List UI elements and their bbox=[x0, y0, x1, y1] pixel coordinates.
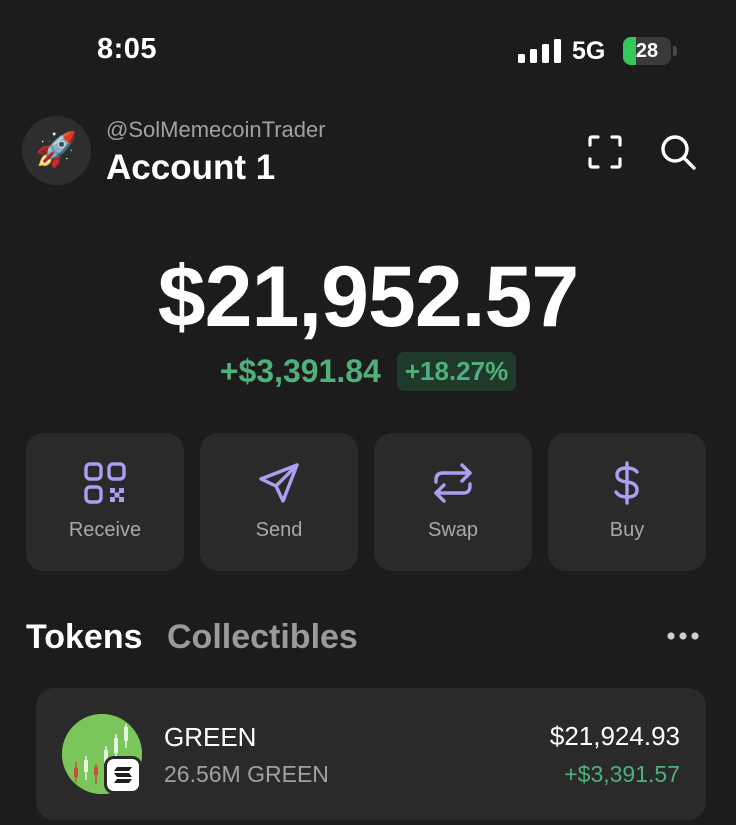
tab-tokens[interactable]: Tokens bbox=[26, 618, 143, 657]
quick-actions: Receive Send Swap Buy bbox=[26, 433, 706, 571]
search-button[interactable] bbox=[656, 130, 700, 174]
solana-badge-icon bbox=[104, 756, 142, 794]
scan-button[interactable] bbox=[583, 130, 627, 174]
qr-code-icon bbox=[84, 462, 126, 504]
buy-label: Buy bbox=[609, 519, 645, 541]
total-balance: $21,952.57 bbox=[157, 249, 579, 345]
balance-change-amount: +$3,391.84 bbox=[219, 353, 381, 389]
cellular-signal-icon bbox=[518, 39, 561, 63]
token-change: +$3,391.57 bbox=[564, 761, 680, 787]
asset-tabs: Tokens Collectibles bbox=[26, 612, 706, 662]
search-icon bbox=[661, 135, 696, 170]
battery-level: 28 bbox=[635, 40, 659, 62]
status-bar: 8:05 5G 28 bbox=[0, 0, 736, 100]
status-time: 8:05 bbox=[97, 33, 158, 65]
buy-button[interactable]: Buy bbox=[548, 433, 706, 571]
scan-icon bbox=[588, 135, 622, 169]
send-button[interactable]: Send bbox=[200, 433, 358, 571]
token-row[interactable]: GREEN 26.56M GREEN $21,924.93 +$3,391.57 bbox=[36, 688, 706, 820]
avatar[interactable]: 🚀 bbox=[22, 116, 91, 185]
receive-button[interactable]: Receive bbox=[26, 433, 184, 571]
swap-icon bbox=[434, 463, 472, 503]
token-value: $21,924.93 bbox=[549, 721, 680, 751]
network-type: 5G bbox=[572, 37, 606, 65]
dollar-icon bbox=[614, 461, 639, 505]
account-username[interactable]: @SolMemecoinTrader bbox=[106, 117, 326, 143]
account-header: 🚀 @SolMemecoinTrader Account 1 bbox=[0, 100, 736, 200]
send-icon bbox=[259, 463, 299, 503]
swap-button[interactable]: Swap bbox=[374, 433, 532, 571]
swap-label: Swap bbox=[427, 519, 479, 541]
send-label: Send bbox=[255, 519, 303, 541]
receive-label: Receive bbox=[68, 519, 142, 541]
more-options-icon[interactable] bbox=[666, 630, 700, 642]
battery-indicator: 28 bbox=[623, 37, 677, 65]
balance-change-percent-badge: +18.27% bbox=[396, 352, 517, 391]
tab-collectibles[interactable]: Collectibles bbox=[167, 618, 358, 657]
battery-cap bbox=[673, 46, 677, 56]
token-name: GREEN bbox=[164, 722, 257, 752]
token-amount: 26.56M GREEN bbox=[164, 761, 329, 787]
account-name[interactable]: Account 1 bbox=[106, 148, 275, 188]
balance-change-row: +$3,391.84 +18.27% bbox=[0, 352, 736, 391]
